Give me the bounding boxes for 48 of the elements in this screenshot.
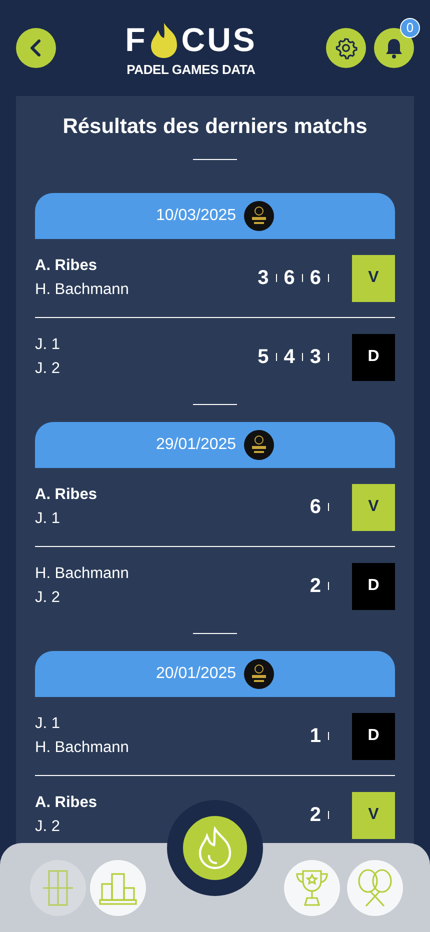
player-name: A. Ribes [35,485,98,506]
player-name: H. Bachmann [35,564,130,584]
set-score: 3 [258,266,269,292]
court-icon [41,868,75,908]
player-name: A. Ribes [35,256,98,276]
settings-icon [334,36,358,60]
result-badge: V [352,484,395,531]
set-score: 3 [310,345,321,370]
logo-text: F [125,23,148,56]
set-score: 1 [310,724,321,750]
set-score: 6 [310,495,321,520]
player-name: H. Bachmann [35,280,130,300]
player-name: H. Bachmann [35,738,130,758]
match-date: 20/01/2025 [156,664,236,684]
player-name: A. Ribes [35,793,98,814]
tournament-logo-icon [244,430,274,460]
trophy-icon [294,868,330,908]
player-name: J. 1 [35,335,61,356]
match-date: 29/01/2025 [156,435,236,456]
match-date: 10/03/2025 [156,206,236,226]
player-name: J. 2 [35,359,61,380]
player-name: J. 2 [35,817,61,838]
rackets-icon [355,868,395,908]
set-score: 6 [310,266,321,292]
result-badge: D [352,334,395,381]
bell-icon [384,37,404,59]
player-name: J. 1 [35,714,61,734]
tournament-logo-icon [244,201,274,232]
result-badge: D [352,712,395,760]
tournament-logo-icon [244,659,274,690]
logo-subtitle: PADEL GAMES DATA [126,62,256,76]
result-badge: D [352,562,395,610]
settings-button[interactable] [326,28,366,68]
set-score: 2 [310,574,321,600]
set-score: 4 [284,345,295,370]
podium-icon [98,870,138,906]
back-icon [29,39,43,57]
set-score: 6 [284,266,295,292]
set-score: 2 [310,803,321,828]
back-button[interactable] [16,28,56,68]
notification-count: 0 [400,18,420,38]
player-name: J. 1 [35,509,61,530]
result-badge: V [352,254,395,302]
result-badge: V [352,792,395,839]
player-name: J. 2 [35,588,61,608]
logo-text: CUS [181,23,257,56]
section-title: Résultats des derniers matchs [62,114,368,140]
set-score: 5 [258,345,269,370]
